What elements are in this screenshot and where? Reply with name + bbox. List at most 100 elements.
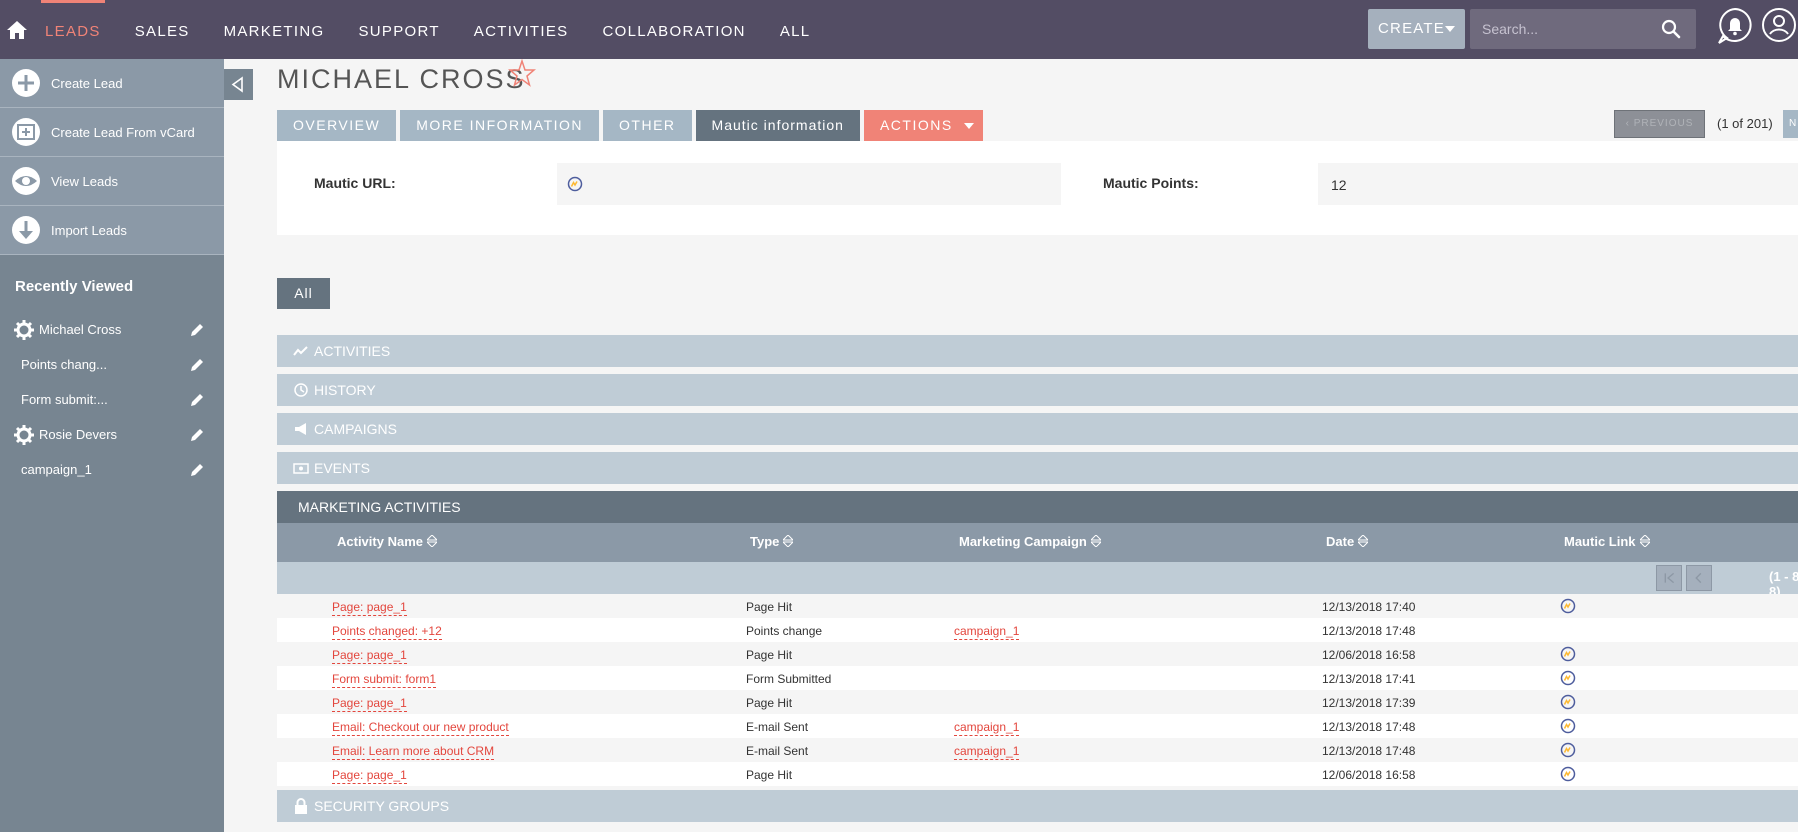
pencil-icon[interactable] bbox=[189, 322, 205, 338]
nav-marketing[interactable]: MARKETING bbox=[224, 0, 325, 59]
activity-date: 12/13/2018 17:48 bbox=[1322, 720, 1416, 734]
tab-more-information[interactable]: MORE INFORMATION bbox=[400, 110, 600, 141]
search-input[interactable] bbox=[1470, 9, 1660, 49]
activity-name-link[interactable]: Form submit: form1 bbox=[332, 672, 437, 688]
activity-chart-icon bbox=[293, 346, 308, 356]
marketing-activities-header[interactable]: MARKETING ACTIVITIES bbox=[277, 491, 1798, 523]
recent-item-label[interactable]: Points chang... bbox=[21, 357, 107, 372]
notification-bell-icon[interactable] bbox=[1716, 6, 1754, 46]
recent-item-label[interactable]: Michael Cross bbox=[39, 322, 121, 337]
nav-collaboration[interactable]: COLLABORATION bbox=[602, 0, 745, 59]
recent-item-label[interactable]: Form submit:... bbox=[21, 392, 108, 407]
sidebar-import-leads[interactable]: Import Leads bbox=[0, 206, 224, 255]
recent-item[interactable]: Form submit:... bbox=[0, 382, 224, 417]
activity-date: 12/13/2018 17:40 bbox=[1322, 600, 1416, 614]
tab-overview[interactable]: OVERVIEW bbox=[277, 110, 397, 141]
pencil-icon[interactable] bbox=[189, 357, 205, 373]
nav-support[interactable]: SUPPORT bbox=[358, 0, 439, 59]
tab-mautic-information[interactable]: Mautic information bbox=[695, 110, 860, 141]
marketing-activities-rows: Page: page_1 Page Hit 12/13/2018 17:40 Poin… bbox=[277, 594, 1798, 786]
lock-icon bbox=[295, 798, 307, 814]
subpanel-title: HISTORY bbox=[314, 382, 376, 398]
sidebar-action-label: Create Lead From vCard bbox=[51, 124, 195, 140]
mautic-logo-icon[interactable] bbox=[1560, 742, 1576, 758]
sidebar-create-lead-vcard[interactable]: Create Lead From vCard bbox=[0, 108, 224, 157]
search-icon[interactable] bbox=[1661, 19, 1681, 39]
subpanel-title: CAMPAIGNS bbox=[314, 421, 397, 437]
column-header-mautic-link[interactable]: Mautic Link bbox=[1564, 534, 1650, 549]
nav-sales[interactable]: SALES bbox=[135, 0, 190, 59]
actions-dropdown[interactable]: ACTIONS bbox=[863, 110, 983, 141]
security-groups-subpanel[interactable]: SECURITY GROUPS bbox=[277, 790, 1798, 822]
activity-type: Page Hit bbox=[746, 696, 793, 710]
recently-viewed-heading: Recently Viewed bbox=[15, 278, 134, 295]
activity-date: 12/06/2018 16:58 bbox=[1322, 648, 1416, 662]
nav-leads[interactable]: LEADS bbox=[41, 0, 105, 59]
campaign-link[interactable]: campaign_1 bbox=[954, 744, 1020, 760]
mautic-logo-icon[interactable] bbox=[1560, 646, 1576, 662]
recent-item-label[interactable]: campaign_1 bbox=[21, 462, 92, 477]
activity-name-link[interactable]: Email: Learn more about CRM bbox=[332, 744, 495, 760]
column-header-marketing-campaign[interactable]: Marketing Campaign bbox=[959, 534, 1101, 549]
table-row: Page: page_1 Page Hit 12/06/2018 16:58 bbox=[277, 642, 1798, 666]
next-record-button[interactable]: N bbox=[1783, 110, 1798, 138]
activity-name-link[interactable]: Page: page_1 bbox=[332, 648, 407, 664]
sidebar-view-leads[interactable]: View Leads bbox=[0, 157, 224, 206]
activity-date: 12/13/2018 17:48 bbox=[1322, 744, 1416, 758]
column-header-type[interactable]: Type bbox=[750, 534, 794, 549]
previous-page-button[interactable] bbox=[1686, 565, 1712, 591]
pencil-icon[interactable] bbox=[189, 462, 205, 478]
favorite-star-icon[interactable] bbox=[508, 59, 536, 87]
activity-name-link[interactable]: Email: Checkout our new product bbox=[332, 720, 509, 736]
previous-label: PREVIOUS bbox=[1633, 118, 1694, 129]
activity-type: E-mail Sent bbox=[746, 720, 809, 734]
sidebar: Create Lead Create Lead From vCard View … bbox=[0, 59, 224, 832]
events-subpanel[interactable]: EVENTS bbox=[277, 452, 1798, 484]
create-button[interactable]: CREATE bbox=[1368, 9, 1465, 49]
filter-all-button[interactable]: All bbox=[277, 278, 330, 309]
mautic-logo-icon[interactable] bbox=[1560, 766, 1576, 782]
column-header-activity-name[interactable]: Activity Name bbox=[337, 534, 437, 549]
history-subpanel[interactable]: HISTORY bbox=[277, 374, 1798, 406]
gear-icon bbox=[14, 319, 34, 340]
mautic-logo-icon[interactable] bbox=[1560, 718, 1576, 734]
sidebar-create-lead[interactable]: Create Lead bbox=[0, 59, 224, 108]
user-profile-icon[interactable] bbox=[1760, 6, 1798, 46]
recent-item[interactable]: Michael Cross bbox=[0, 312, 224, 347]
main-content: MICHAEL CROSS OVERVIEW MORE INFORMATION … bbox=[224, 59, 1798, 832]
activity-type: Form Submitted bbox=[746, 672, 832, 686]
recent-item[interactable]: Rosie Devers bbox=[0, 417, 224, 452]
record-pager-count: (1 of 201) bbox=[1717, 116, 1773, 131]
download-icon bbox=[12, 216, 40, 244]
mautic-logo-icon[interactable] bbox=[1560, 694, 1576, 710]
nav-all[interactable]: ALL bbox=[780, 0, 811, 59]
pencil-icon[interactable] bbox=[189, 392, 205, 408]
table-row: Email: Learn more about CRM E-mail Sent ca… bbox=[277, 738, 1798, 762]
recent-item-label[interactable]: Rosie Devers bbox=[39, 427, 117, 442]
activity-name-link[interactable]: Page: page_1 bbox=[332, 600, 407, 616]
pencil-icon[interactable] bbox=[189, 427, 205, 443]
campaign-link[interactable]: campaign_1 bbox=[954, 624, 1020, 640]
campaigns-subpanel[interactable]: CAMPAIGNS bbox=[277, 413, 1798, 445]
sidebar-action-label: Create Lead bbox=[51, 75, 123, 91]
campaign-link[interactable]: campaign_1 bbox=[954, 720, 1020, 736]
mautic-logo-icon[interactable] bbox=[567, 176, 583, 192]
activity-name-link[interactable]: Points changed: +12 bbox=[332, 624, 442, 640]
activity-name-link[interactable]: Page: page_1 bbox=[332, 768, 407, 784]
previous-record-button[interactable]: ‹ PREVIOUS bbox=[1614, 110, 1705, 138]
nav-activities[interactable]: ACTIVITIES bbox=[474, 0, 569, 59]
table-row: Page: page_1 Page Hit 12/06/2018 16:58 bbox=[277, 762, 1798, 786]
mautic-logo-icon[interactable] bbox=[1560, 670, 1576, 686]
first-page-button[interactable] bbox=[1656, 565, 1682, 591]
recent-item[interactable]: campaign_1 bbox=[0, 452, 224, 487]
activities-subpanel[interactable]: ACTIVITIES bbox=[277, 335, 1798, 367]
sort-icon bbox=[1639, 535, 1650, 547]
column-header-date[interactable]: Date bbox=[1326, 534, 1369, 549]
top-navigation-bar: LEADS SALES MARKETING SUPPORT ACTIVITIES… bbox=[0, 0, 1798, 59]
tab-other[interactable]: OTHER bbox=[603, 110, 692, 141]
activity-name-link[interactable]: Page: page_1 bbox=[332, 696, 407, 712]
recent-item[interactable]: Points chang... bbox=[0, 347, 224, 382]
mautic-logo-icon[interactable] bbox=[1560, 598, 1576, 614]
home-icon[interactable] bbox=[5, 18, 29, 42]
chevron-down-icon bbox=[963, 123, 974, 129]
